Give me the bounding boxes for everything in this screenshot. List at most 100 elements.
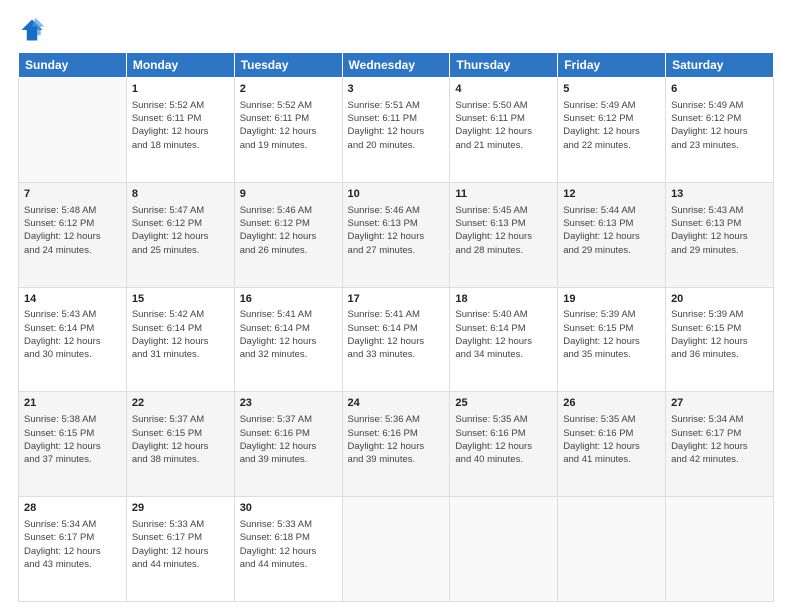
day-info: Sunrise: 5:39 AM Sunset: 6:15 PM Dayligh… (671, 308, 768, 361)
calendar-cell (450, 497, 558, 602)
calendar-week-2: 7Sunrise: 5:48 AM Sunset: 6:12 PM Daylig… (19, 182, 774, 287)
calendar-cell: 13 Sunrise: 5:43 AM Sunset: 6:13 PM Dayli… (666, 182, 774, 287)
day-info: Sunrise: 5:52 AM Sunset: 6:11 PM Dayligh… (132, 99, 229, 152)
day-number: 3 (348, 82, 445, 97)
calendar-cell: 1 Sunrise: 5:52 AM Sunset: 6:11 PM Daylig… (126, 78, 234, 183)
calendar-cell: 8 Sunrise: 5:47 AM Sunset: 6:12 PM Daylig… (126, 182, 234, 287)
calendar-week-5: 28 Sunrise: 5:34 AM Sunset: 6:17 PM Dayli… (19, 497, 774, 602)
day-info: Sunrise: 5:33 AM Sunset: 6:17 PM Dayligh… (132, 518, 229, 571)
calendar-cell (666, 497, 774, 602)
day-number: 16 (240, 292, 337, 307)
calendar-cell: 27 Sunrise: 5:34 AM Sunset: 6:17 PM Dayli… (666, 392, 774, 497)
day-number: 7 (24, 187, 121, 202)
day-info: Sunrise: 5:47 AM Sunset: 6:12 PM Dayligh… (132, 204, 229, 257)
day-number: 9 (240, 187, 337, 202)
day-info: Sunrise: 5:38 AM Sunset: 6:15 PM Dayligh… (24, 413, 121, 466)
calendar-cell: 19Sunrise: 5:39 AM Sunset: 6:15 PM Dayli… (558, 287, 666, 392)
calendar-cell: 9Sunrise: 5:46 AM Sunset: 6:12 PM Daylig… (234, 182, 342, 287)
weekday-header-row: SundayMondayTuesdayWednesdayThursdayFrid… (19, 53, 774, 78)
calendar-table: SundayMondayTuesdayWednesdayThursdayFrid… (18, 52, 774, 602)
calendar-cell: 29 Sunrise: 5:33 AM Sunset: 6:17 PM Dayli… (126, 497, 234, 602)
calendar-week-4: 21 Sunrise: 5:38 AM Sunset: 6:15 PM Dayli… (19, 392, 774, 497)
weekday-header-thursday: Thursday (450, 53, 558, 78)
day-number: 14 (24, 292, 121, 307)
day-info: Sunrise: 5:36 AM Sunset: 6:16 PM Dayligh… (348, 413, 445, 466)
day-info: Sunrise: 5:37 AM Sunset: 6:16 PM Dayligh… (240, 413, 337, 466)
day-number: 30 (240, 501, 337, 516)
day-number: 12 (563, 187, 660, 202)
calendar-cell: 16Sunrise: 5:41 AM Sunset: 6:14 PM Dayli… (234, 287, 342, 392)
day-number: 10 (348, 187, 445, 202)
header (18, 16, 774, 44)
day-info: Sunrise: 5:35 AM Sunset: 6:16 PM Dayligh… (563, 413, 660, 466)
weekday-header-wednesday: Wednesday (342, 53, 450, 78)
calendar-cell: 18Sunrise: 5:40 AM Sunset: 6:14 PM Dayli… (450, 287, 558, 392)
weekday-header-friday: Friday (558, 53, 666, 78)
day-number: 4 (455, 82, 552, 97)
day-info: Sunrise: 5:51 AM Sunset: 6:11 PM Dayligh… (348, 99, 445, 152)
calendar-cell: 12 Sunrise: 5:44 AM Sunset: 6:13 PM Dayli… (558, 182, 666, 287)
day-info: Sunrise: 5:41 AM Sunset: 6:14 PM Dayligh… (348, 308, 445, 361)
day-info: Sunrise: 5:39 AM Sunset: 6:15 PM Dayligh… (563, 308, 660, 361)
calendar-cell: 5 Sunrise: 5:49 AM Sunset: 6:12 PM Daylig… (558, 78, 666, 183)
day-number: 17 (348, 292, 445, 307)
calendar-cell: 2 Sunrise: 5:52 AM Sunset: 6:11 PM Daylig… (234, 78, 342, 183)
calendar-cell (342, 497, 450, 602)
weekday-header-monday: Monday (126, 53, 234, 78)
day-number: 21 (24, 396, 121, 411)
day-number: 22 (132, 396, 229, 411)
day-info: Sunrise: 5:44 AM Sunset: 6:13 PM Dayligh… (563, 204, 660, 257)
calendar-cell: 25Sunrise: 5:35 AM Sunset: 6:16 PM Dayli… (450, 392, 558, 497)
day-number: 8 (132, 187, 229, 202)
day-info: Sunrise: 5:45 AM Sunset: 6:13 PM Dayligh… (455, 204, 552, 257)
day-info: Sunrise: 5:46 AM Sunset: 6:13 PM Dayligh… (348, 204, 445, 257)
calendar-cell: 15Sunrise: 5:42 AM Sunset: 6:14 PM Dayli… (126, 287, 234, 392)
calendar-cell: 14Sunrise: 5:43 AM Sunset: 6:14 PM Dayli… (19, 287, 127, 392)
calendar-cell (558, 497, 666, 602)
calendar-cell: 6 Sunrise: 5:49 AM Sunset: 6:12 PM Daylig… (666, 78, 774, 183)
calendar-cell (19, 78, 127, 183)
day-info: Sunrise: 5:49 AM Sunset: 6:12 PM Dayligh… (563, 99, 660, 152)
calendar-cell: 30 Sunrise: 5:33 AM Sunset: 6:18 PM Dayli… (234, 497, 342, 602)
day-number: 27 (671, 396, 768, 411)
calendar-week-1: 1 Sunrise: 5:52 AM Sunset: 6:11 PM Daylig… (19, 78, 774, 183)
day-info: Sunrise: 5:37 AM Sunset: 6:15 PM Dayligh… (132, 413, 229, 466)
calendar-cell: 20Sunrise: 5:39 AM Sunset: 6:15 PM Dayli… (666, 287, 774, 392)
calendar-cell: 23 Sunrise: 5:37 AM Sunset: 6:16 PM Dayli… (234, 392, 342, 497)
day-info: Sunrise: 5:49 AM Sunset: 6:12 PM Dayligh… (671, 99, 768, 152)
weekday-header-saturday: Saturday (666, 53, 774, 78)
day-number: 1 (132, 82, 229, 97)
day-info: Sunrise: 5:34 AM Sunset: 6:17 PM Dayligh… (671, 413, 768, 466)
day-info: Sunrise: 5:42 AM Sunset: 6:14 PM Dayligh… (132, 308, 229, 361)
page: SundayMondayTuesdayWednesdayThursdayFrid… (0, 0, 792, 612)
day-number: 28 (24, 501, 121, 516)
day-info: Sunrise: 5:52 AM Sunset: 6:11 PM Dayligh… (240, 99, 337, 152)
calendar-cell: 17Sunrise: 5:41 AM Sunset: 6:14 PM Dayli… (342, 287, 450, 392)
day-info: Sunrise: 5:34 AM Sunset: 6:17 PM Dayligh… (24, 518, 121, 571)
day-number: 13 (671, 187, 768, 202)
day-number: 2 (240, 82, 337, 97)
day-number: 26 (563, 396, 660, 411)
calendar-cell: 10 Sunrise: 5:46 AM Sunset: 6:13 PM Dayli… (342, 182, 450, 287)
day-number: 29 (132, 501, 229, 516)
calendar-cell: 22 Sunrise: 5:37 AM Sunset: 6:15 PM Dayli… (126, 392, 234, 497)
calendar-cell: 26 Sunrise: 5:35 AM Sunset: 6:16 PM Dayli… (558, 392, 666, 497)
day-info: Sunrise: 5:33 AM Sunset: 6:18 PM Dayligh… (240, 518, 337, 571)
day-info: Sunrise: 5:43 AM Sunset: 6:13 PM Dayligh… (671, 204, 768, 257)
day-info: Sunrise: 5:43 AM Sunset: 6:14 PM Dayligh… (24, 308, 121, 361)
day-number: 15 (132, 292, 229, 307)
day-number: 25 (455, 396, 552, 411)
day-info: Sunrise: 5:50 AM Sunset: 6:11 PM Dayligh… (455, 99, 552, 152)
day-number: 19 (563, 292, 660, 307)
logo (18, 16, 50, 44)
day-number: 23 (240, 396, 337, 411)
day-number: 18 (455, 292, 552, 307)
calendar-cell: 3 Sunrise: 5:51 AM Sunset: 6:11 PM Daylig… (342, 78, 450, 183)
calendar-cell: 11Sunrise: 5:45 AM Sunset: 6:13 PM Dayli… (450, 182, 558, 287)
day-number: 20 (671, 292, 768, 307)
calendar-cell: 4 Sunrise: 5:50 AM Sunset: 6:11 PM Daylig… (450, 78, 558, 183)
day-number: 6 (671, 82, 768, 97)
logo-icon (18, 16, 46, 44)
day-number: 5 (563, 82, 660, 97)
day-info: Sunrise: 5:40 AM Sunset: 6:14 PM Dayligh… (455, 308, 552, 361)
